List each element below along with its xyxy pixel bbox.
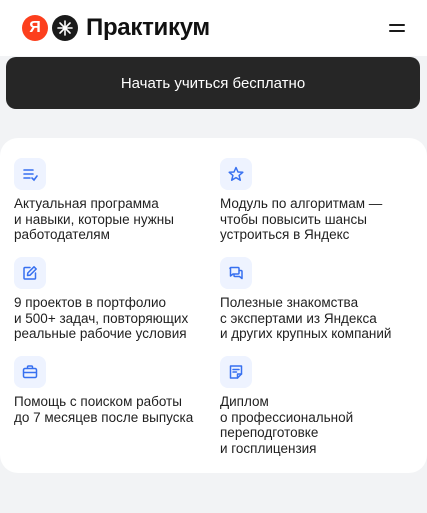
feature-item: Полезные знакомства с экспертами из Янде… — [220, 257, 391, 342]
feature-text: Помощь с поиском работы до 7 месяцев пос… — [14, 394, 194, 425]
logo-text: Практикум — [86, 14, 210, 41]
yandex-logo-icon: Я — [22, 15, 48, 41]
star-icon — [220, 158, 252, 190]
feature-text: Диплом о профессиональной переподготовке… — [220, 394, 354, 456]
chat-icon — [220, 257, 252, 289]
feature-text: Модуль по алгоритмам — чтобы повысить ша… — [220, 196, 383, 242]
logo-ya-letter: Я — [29, 19, 41, 36]
feature-item: Актуальная программа и навыки, которые н… — [14, 158, 174, 243]
feature-item: Диплом о профессиональной переподготовке… — [220, 356, 353, 456]
feature-text: Полезные знакомства с экспертами из Янде… — [220, 295, 392, 341]
logo[interactable]: Я Практикум — [22, 14, 210, 42]
hamburger-icon[interactable] — [389, 21, 405, 35]
features-card: Актуальная программа и навыки, которые н… — [0, 138, 427, 473]
header: Я Практикум — [0, 0, 427, 56]
briefcase-icon — [14, 356, 46, 388]
start-free-button[interactable]: Начать учиться бесплатно — [6, 57, 420, 109]
feature-text: 9 проектов в портфолио и 500+ задач, пов… — [14, 295, 189, 341]
edit-icon — [14, 257, 46, 289]
feature-text: Актуальная программа и навыки, которые н… — [14, 196, 174, 242]
diploma-icon — [220, 356, 252, 388]
feature-item: Помощь с поиском работы до 7 месяцев пос… — [14, 356, 193, 425]
feature-item: 9 проектов в портфолио и 500+ задач, пов… — [14, 257, 188, 342]
praktikum-mark-icon — [52, 15, 78, 41]
list-icon — [14, 158, 46, 190]
feature-item: Модуль по алгоритмам — чтобы повысить ша… — [220, 158, 382, 243]
